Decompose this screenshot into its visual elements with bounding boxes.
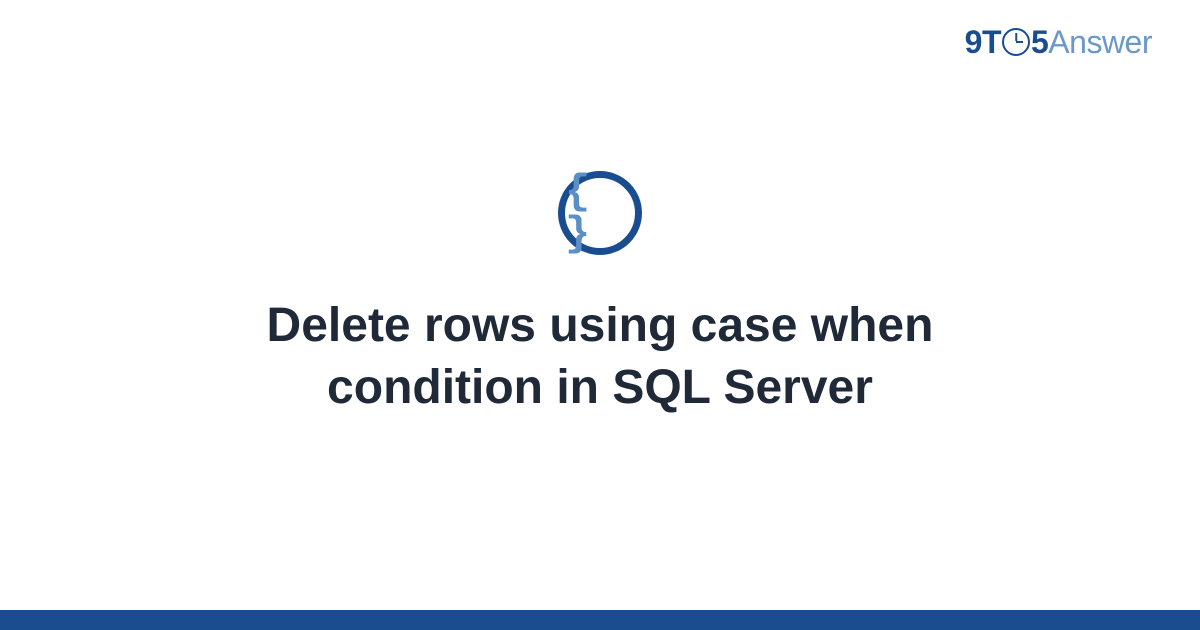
bottom-accent-bar (0, 610, 1200, 630)
content-wrapper: { } Delete rows using case when conditio… (0, 0, 1200, 610)
page-title: Delete rows using case when condition in… (150, 295, 1050, 420)
braces-glyph: { } (565, 171, 635, 255)
code-braces-icon: { } (558, 171, 642, 255)
